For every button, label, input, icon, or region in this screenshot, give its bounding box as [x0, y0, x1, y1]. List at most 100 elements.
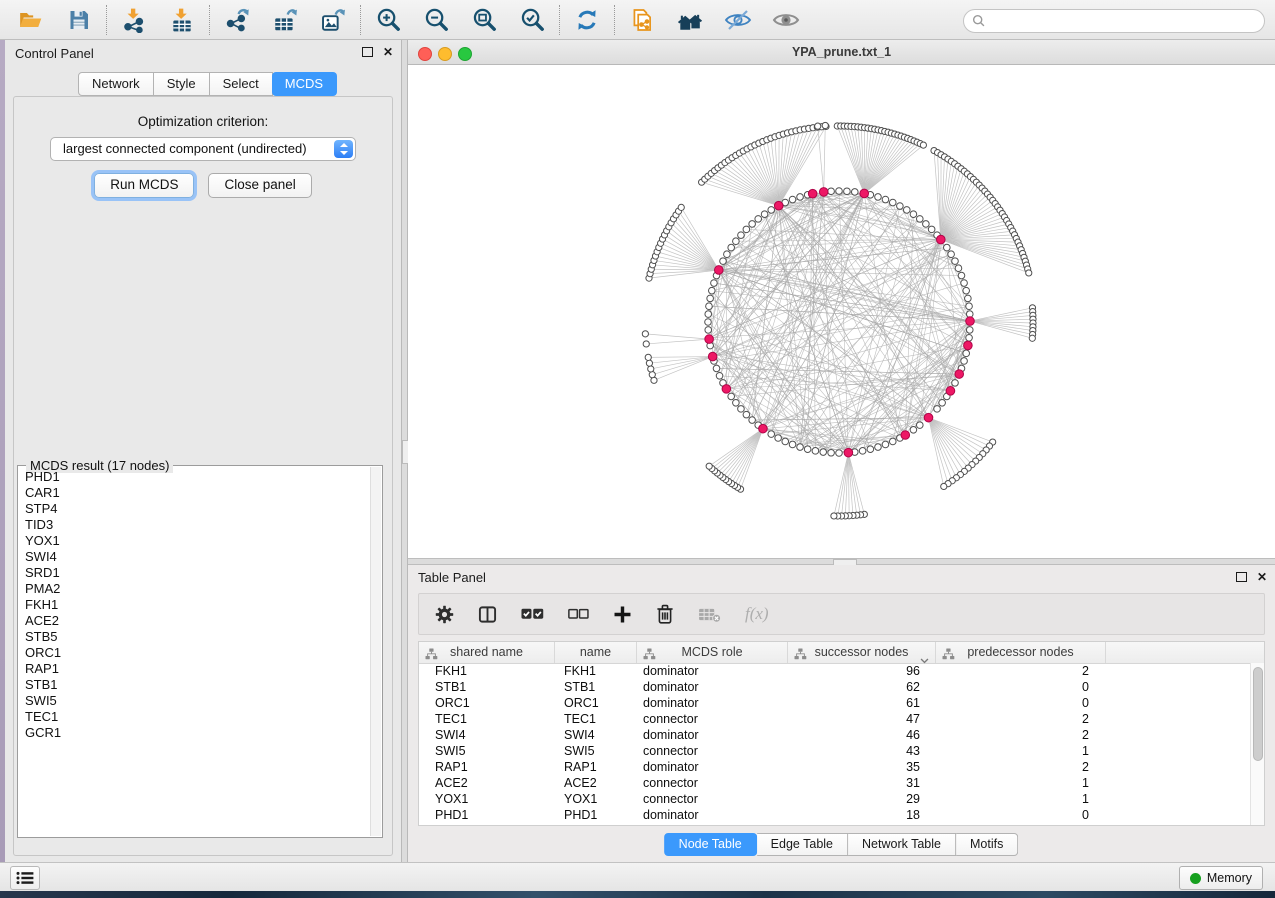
network-node[interactable] [713, 365, 720, 372]
network-node[interactable] [724, 251, 731, 258]
network-hub-node[interactable] [946, 387, 955, 396]
network-leaf-node[interactable] [941, 483, 947, 489]
mcds-result-item[interactable]: PHD1 [25, 469, 370, 485]
network-node[interactable] [928, 226, 935, 233]
network-node[interactable] [916, 422, 923, 429]
network-node[interactable] [948, 251, 955, 258]
node-table[interactable]: shared namenameMCDS rolesuccessor nodesp… [418, 641, 1265, 826]
mcds-result-item[interactable]: TEC1 [25, 709, 370, 725]
export-table-icon[interactable] [270, 5, 300, 35]
network-node[interactable] [716, 372, 723, 379]
tab-select[interactable]: Select [210, 72, 273, 96]
network-node[interactable] [963, 287, 970, 294]
network-node[interactable] [738, 232, 745, 239]
mcds-result-item[interactable]: SWI4 [25, 549, 370, 565]
network-hub-node[interactable] [901, 431, 910, 440]
network-node[interactable] [711, 280, 718, 287]
network-node[interactable] [910, 211, 917, 218]
mcds-result-item[interactable]: PMA2 [25, 581, 370, 597]
network-hub-node[interactable] [819, 188, 828, 197]
network-leaf-node[interactable] [646, 360, 652, 366]
network-node[interactable] [966, 303, 973, 310]
network-node[interactable] [733, 399, 740, 406]
mcds-result-item[interactable]: SRD1 [25, 565, 370, 581]
network-node[interactable] [789, 441, 796, 448]
table-row-RAP1[interactable]: RAP1RAP1dominator352 [419, 759, 1251, 775]
network-node[interactable] [812, 448, 819, 455]
network-node[interactable] [706, 303, 713, 310]
network-canvas[interactable] [408, 65, 1275, 558]
network-node[interactable] [797, 444, 804, 451]
zoom-fit-icon[interactable] [469, 5, 499, 35]
network-node[interactable] [836, 450, 843, 457]
tab-network[interactable]: Network [78, 72, 154, 96]
network-node[interactable] [836, 188, 843, 195]
network-node[interactable] [743, 226, 750, 233]
network-hub-node[interactable] [759, 424, 768, 433]
network-file-icon[interactable] [627, 5, 657, 35]
tab-node-table[interactable]: Node Table [664, 833, 757, 856]
network-node[interactable] [789, 196, 796, 203]
network-node[interactable] [882, 441, 889, 448]
network-node[interactable] [952, 258, 959, 265]
table-options-gear-icon[interactable] [435, 605, 454, 624]
network-node[interactable] [804, 446, 811, 453]
tab-network-table[interactable]: Network Table [848, 833, 956, 856]
network-node[interactable] [934, 406, 941, 413]
network-hub-node[interactable] [966, 317, 975, 326]
network-node[interactable] [966, 334, 973, 341]
table-row-ACE2[interactable]: ACE2ACE2connector311 [419, 775, 1251, 791]
network-node[interactable] [761, 211, 768, 218]
table-row-ORC1[interactable]: ORC1ORC1dominator610 [419, 695, 1251, 711]
network-node[interactable] [939, 399, 946, 406]
network-node[interactable] [828, 188, 835, 195]
network-node[interactable] [889, 199, 896, 206]
network-node[interactable] [961, 358, 968, 365]
import-table-icon[interactable] [167, 5, 197, 35]
network-node[interactable] [958, 272, 965, 279]
table-scrollbar[interactable] [1250, 663, 1264, 825]
network-node[interactable] [897, 203, 904, 210]
mcds-result-item[interactable]: ACE2 [25, 613, 370, 629]
network-leaf-node[interactable] [642, 331, 648, 337]
network-hub-node[interactable] [937, 235, 946, 244]
network-node[interactable] [889, 438, 896, 445]
network-node[interactable] [782, 438, 789, 445]
mcds-result-item[interactable]: RAP1 [25, 661, 370, 677]
network-node[interactable] [749, 417, 756, 424]
network-node[interactable] [709, 287, 716, 294]
network-leaf-node[interactable] [822, 122, 828, 128]
table-row-STB1[interactable]: STB1STB1dominator620 [419, 679, 1251, 695]
network-node[interactable] [952, 380, 959, 387]
zoom-selected-icon[interactable] [517, 5, 547, 35]
tab-style[interactable]: Style [154, 72, 210, 96]
network-node[interactable] [851, 189, 858, 196]
network-node[interactable] [965, 295, 972, 302]
zoom-out-icon[interactable] [421, 5, 451, 35]
network-node[interactable] [875, 194, 882, 201]
table-row-TEC1[interactable]: TEC1TEC1connector472 [419, 711, 1251, 727]
run-mcds-button[interactable]: Run MCDS [94, 173, 194, 198]
network-leaf-node[interactable] [645, 354, 651, 360]
mcds-result-item[interactable]: STB5 [25, 629, 370, 645]
network-leaf-node[interactable] [648, 366, 654, 372]
mcds-result-item[interactable]: SWI5 [25, 693, 370, 709]
network-node[interactable] [910, 427, 917, 434]
network-node[interactable] [844, 188, 851, 195]
column-header-successor-nodes[interactable]: successor nodes [788, 642, 936, 663]
tab-mcds[interactable]: MCDS [272, 72, 337, 96]
table-scrollbar-thumb[interactable] [1253, 667, 1263, 761]
network-leaf-node[interactable] [1026, 270, 1032, 276]
table-row-SWI4[interactable]: SWI4SWI4dominator462 [419, 727, 1251, 743]
mcds-result-item[interactable]: STP4 [25, 501, 370, 517]
mcds-result-item[interactable]: TID3 [25, 517, 370, 533]
mcds-result-item[interactable]: GCR1 [25, 725, 370, 741]
network-leaf-node[interactable] [643, 341, 649, 347]
mcds-result-item[interactable]: YOX1 [25, 533, 370, 549]
zoom-in-icon[interactable] [373, 5, 403, 35]
network-leaf-node[interactable] [920, 142, 926, 148]
horizontal-splitter[interactable] [408, 558, 1275, 565]
network-node[interactable] [944, 244, 951, 251]
criterion-dropdown[interactable]: largest connected component (undirected) [50, 137, 356, 161]
network-window-titlebar[interactable]: YPA_prune.txt_1 [408, 40, 1275, 65]
